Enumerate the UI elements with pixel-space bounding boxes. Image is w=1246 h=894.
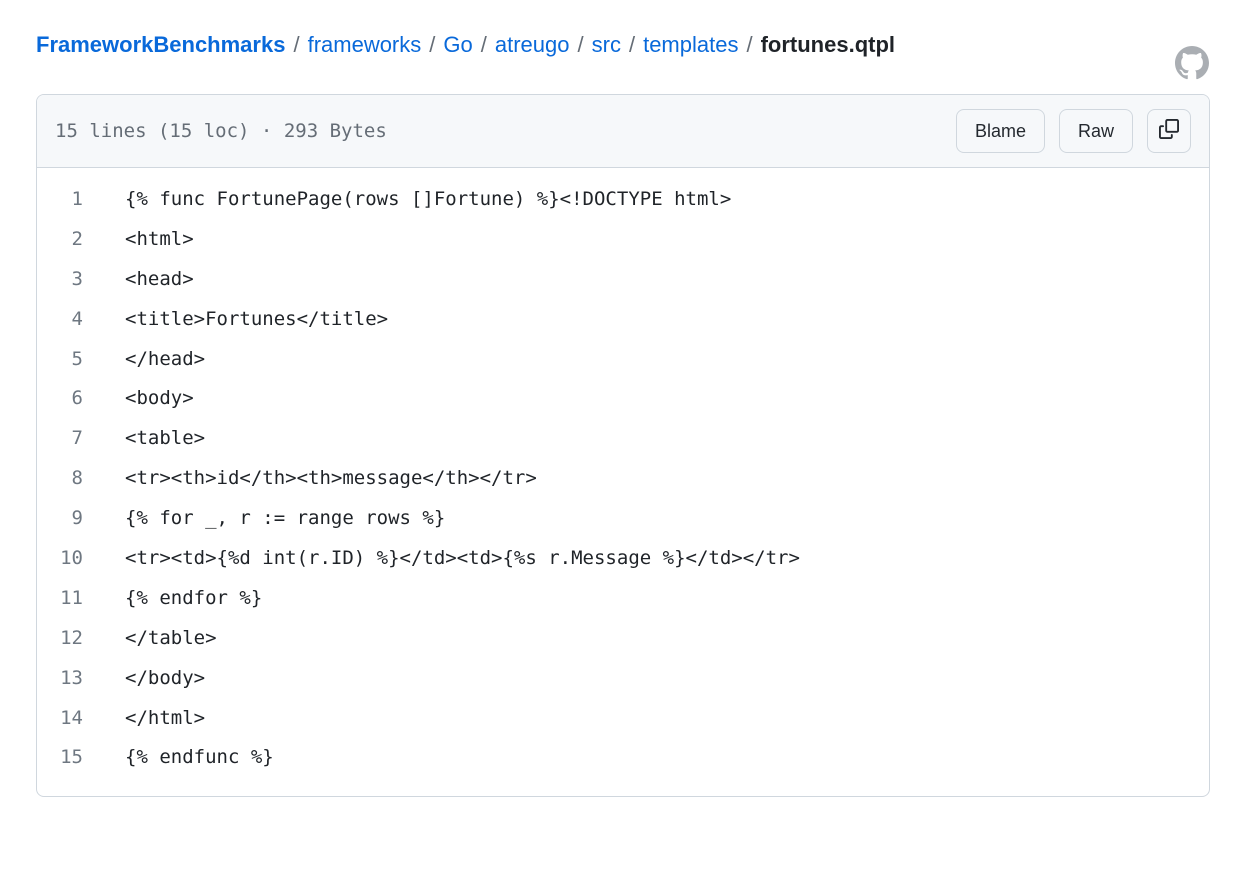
breadcrumb-separator: / [429,32,435,58]
code-line[interactable]: 7<table> [37,419,1209,459]
line-content: {% func FortunePage(rows []Fortune) %}<!… [115,180,731,220]
line-number: 2 [37,220,115,260]
github-icon[interactable] [1174,45,1210,81]
file-lines: 15 lines (15 loc) [55,120,249,142]
line-number: 15 [37,738,115,778]
code-line[interactable]: 5</head> [37,340,1209,380]
line-number: 10 [37,539,115,579]
code-line[interactable]: 12</table> [37,619,1209,659]
breadcrumb-link[interactable]: frameworks [308,32,422,58]
file-info-separator: · [261,120,272,142]
breadcrumb-link[interactable]: src [592,32,621,58]
line-number: 7 [37,419,115,459]
line-number: 9 [37,499,115,539]
line-content: <html> [115,220,194,260]
breadcrumb-separator: / [578,32,584,58]
line-number: 5 [37,340,115,380]
line-number: 12 [37,619,115,659]
code-line[interactable]: 14</html> [37,699,1209,739]
line-content: {% for _, r := range rows %} [115,499,445,539]
blame-button[interactable]: Blame [956,109,1045,153]
code-line[interactable]: 6<body> [37,379,1209,419]
line-content: {% endfunc %} [115,738,274,778]
breadcrumb-link[interactable]: Go [443,32,472,58]
file-info: 15 lines (15 loc) · 293 Bytes [55,120,387,142]
line-content: </body> [115,659,205,699]
line-content: </head> [115,340,205,380]
code-line[interactable]: 10<tr><td>{%d int(r.ID) %}</td><td>{%s r… [37,539,1209,579]
line-number: 14 [37,699,115,739]
code-line[interactable]: 3<head> [37,260,1209,300]
code-line[interactable]: 11{% endfor %} [37,579,1209,619]
line-number: 3 [37,260,115,300]
code-line[interactable]: 1{% func FortunePage(rows []Fortune) %}<… [37,180,1209,220]
code-line[interactable]: 9{% for _, r := range rows %} [37,499,1209,539]
code-line[interactable]: 13</body> [37,659,1209,699]
breadcrumb-link-root[interactable]: FrameworkBenchmarks [36,32,285,58]
line-number: 4 [37,300,115,340]
breadcrumb-separator: / [629,32,635,58]
file-size: 293 Bytes [284,120,387,142]
raw-button[interactable]: Raw [1059,109,1133,153]
line-number: 8 [37,459,115,499]
file-header: 15 lines (15 loc) · 293 Bytes Blame Raw [37,95,1209,168]
breadcrumb-link[interactable]: templates [643,32,738,58]
code-view: 1{% func FortunePage(rows []Fortune) %}<… [37,168,1209,796]
code-line[interactable]: 2<html> [37,220,1209,260]
line-content: </html> [115,699,205,739]
copy-button[interactable] [1147,109,1191,153]
line-number: 6 [37,379,115,419]
line-content: {% endfor %} [115,579,262,619]
file-actions: Blame Raw [956,109,1191,153]
line-number: 11 [37,579,115,619]
line-content: </table> [115,619,217,659]
code-line[interactable]: 4<title>Fortunes</title> [37,300,1209,340]
line-number: 13 [37,659,115,699]
breadcrumb-separator: / [746,32,752,58]
breadcrumb-link[interactable]: atreugo [495,32,570,58]
line-number: 1 [37,180,115,220]
code-line[interactable]: 15{% endfunc %} [37,738,1209,778]
code-line[interactable]: 8<tr><th>id</th><th>message</th></tr> [37,459,1209,499]
breadcrumb-current: fortunes.qtpl [761,32,895,58]
file-box: 15 lines (15 loc) · 293 Bytes Blame Raw … [36,94,1210,797]
breadcrumb-separator: / [293,32,299,58]
copy-icon [1159,119,1179,144]
breadcrumb: FrameworkBenchmarks / frameworks / Go / … [36,32,895,58]
breadcrumb-separator: / [481,32,487,58]
line-content: <title>Fortunes</title> [115,300,388,340]
line-content: <tr><td>{%d int(r.ID) %}</td><td>{%s r.M… [115,539,800,579]
line-content: <table> [115,419,205,459]
line-content: <tr><th>id</th><th>message</th></tr> [115,459,537,499]
line-content: <body> [115,379,194,419]
line-content: <head> [115,260,194,300]
